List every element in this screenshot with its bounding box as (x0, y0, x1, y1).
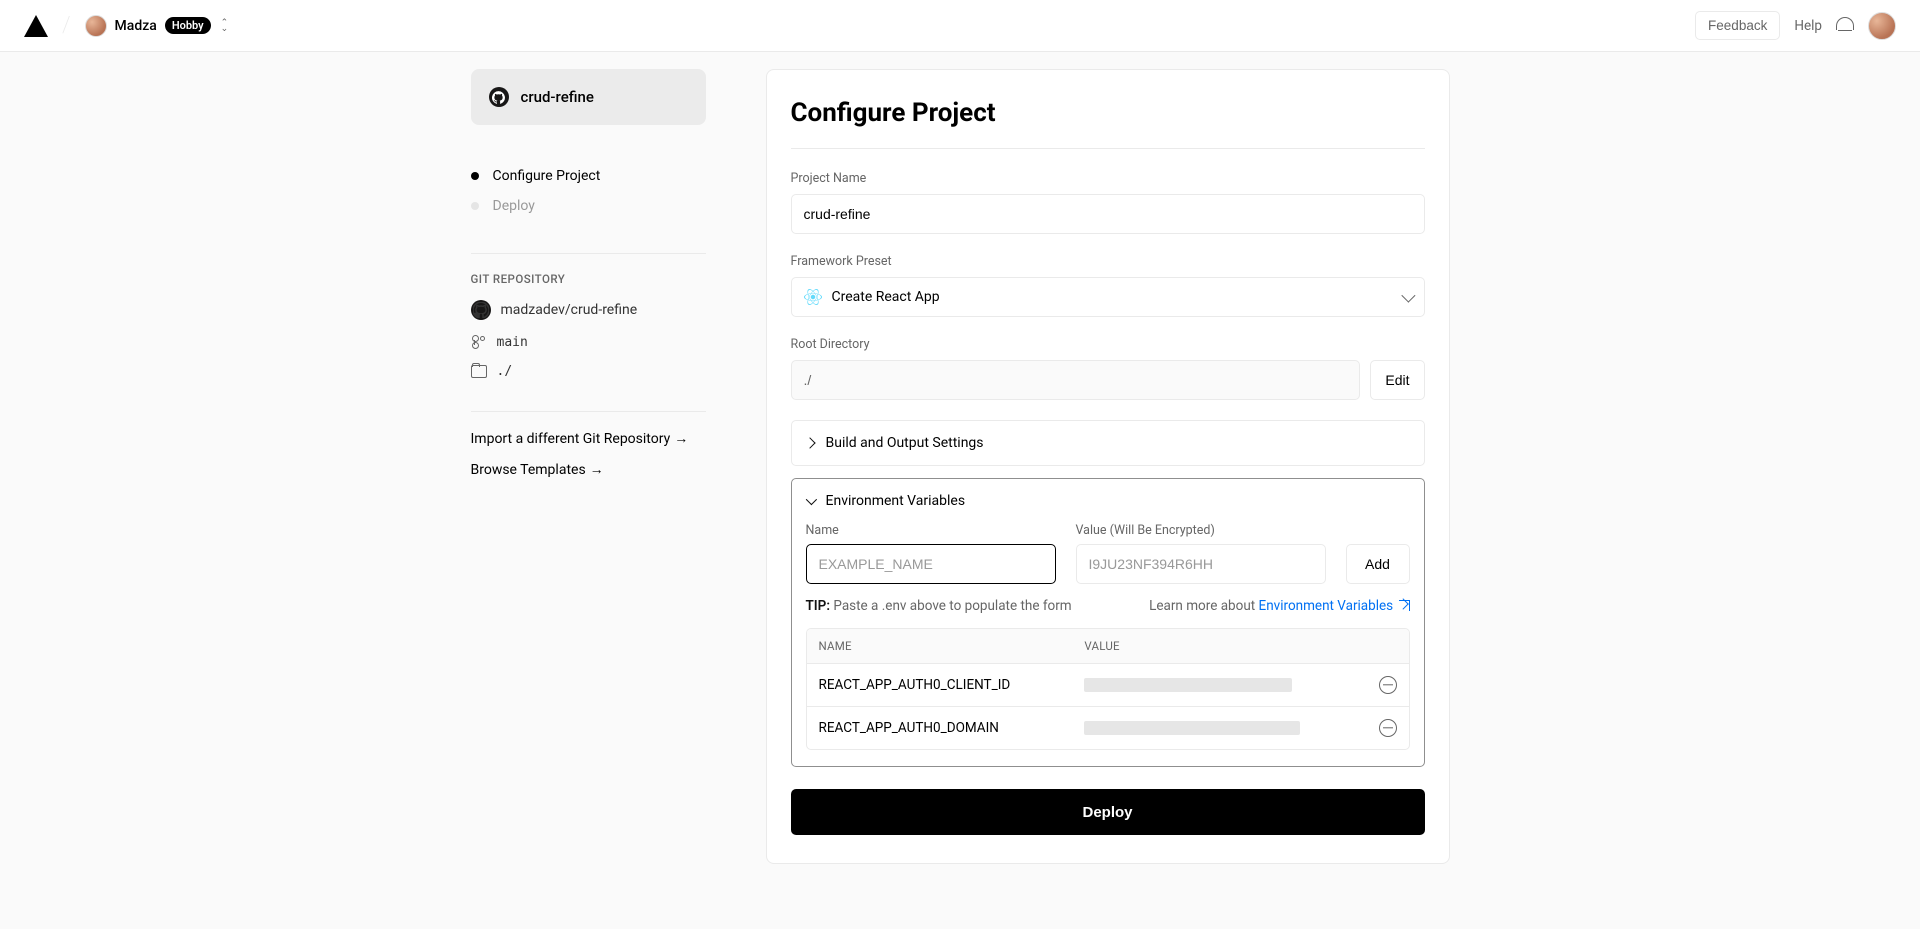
chevron-right-icon (804, 437, 815, 448)
git-repo-full: madzadev/crud-refine (501, 302, 638, 318)
import-other-repo-label: Import a different Git Repository (471, 431, 671, 447)
git-branch-row: main (471, 334, 706, 350)
redacted-value (1084, 721, 1300, 735)
git-branch: main (497, 335, 528, 350)
env-tip-text: Paste a .env above to populate the form (830, 598, 1072, 614)
github-icon (471, 300, 491, 320)
scope-name: Madza (115, 18, 157, 34)
env-vars-title: Environment Variables (826, 493, 966, 509)
step-dot (471, 172, 479, 180)
step-label: Deploy (493, 198, 535, 214)
selected-repo-name: crud-refine (521, 88, 594, 106)
arrow-right-icon: → (590, 462, 604, 478)
scope-switcher[interactable]: Madza Hobby ⌃⌄ (85, 15, 229, 37)
redacted-value (1084, 678, 1292, 692)
selected-repo-chip[interactable]: crud-refine (471, 69, 706, 125)
step-dot (471, 202, 479, 210)
help-link[interactable]: Help (1794, 18, 1822, 34)
branch-icon (471, 334, 487, 350)
env-var-row: REACT_APP_AUTH0_DOMAIN (807, 706, 1409, 749)
env-learn-more: Learn more about Environment Variables (1149, 598, 1409, 614)
env-learn-link[interactable]: Environment Variables (1259, 598, 1410, 614)
root-dir-input (791, 360, 1361, 400)
github-icon (489, 87, 509, 107)
build-settings-title: Build and Output Settings (826, 435, 984, 451)
step-deploy: Deploy (471, 191, 706, 221)
env-var-remove-button[interactable] (1379, 719, 1397, 737)
git-root-path: ./ (497, 364, 513, 379)
framework-field: Framework Preset Create React App (791, 254, 1425, 317)
project-name-field: Project Name (791, 171, 1425, 234)
step-configure: Configure Project (471, 161, 706, 191)
folder-icon (471, 365, 487, 378)
arrow-right-icon: → (674, 431, 688, 447)
env-learn-link-text: Environment Variables (1259, 598, 1394, 614)
chevron-down-icon (1401, 289, 1415, 303)
project-name-input[interactable] (791, 194, 1425, 234)
title-rule (791, 148, 1425, 149)
env-vars-section: Environment Variables Name Value (Will B… (791, 478, 1425, 767)
vercel-logo[interactable] (24, 15, 48, 37)
env-vars-toggle[interactable]: Environment Variables (792, 479, 1424, 523)
env-add-button[interactable]: Add (1346, 544, 1410, 584)
env-var-name: REACT_APP_AUTH0_DOMAIN (819, 720, 1085, 736)
env-var-value (1084, 678, 1370, 692)
env-var-remove-button[interactable] (1379, 676, 1397, 694)
git-repo-heading: GIT REPOSITORY (471, 272, 706, 286)
env-var-name: REACT_APP_AUTH0_CLIENT_ID (819, 677, 1085, 693)
topbar: / Madza Hobby ⌃⌄ Feedback Help (0, 0, 1920, 52)
env-th-value: VALUE (1084, 639, 1396, 653)
browse-templates-label: Browse Templates (471, 462, 586, 478)
react-icon (804, 288, 822, 306)
external-link-icon (1399, 600, 1410, 611)
env-var-value (1084, 721, 1370, 735)
framework-label: Framework Preset (791, 254, 1425, 269)
git-repo-row: madzadev/crud-refine (471, 300, 706, 320)
scope-switch-icon: ⌃⌄ (221, 20, 229, 32)
sidebar-divider (471, 411, 706, 412)
root-dir-label: Root Directory (791, 337, 1425, 352)
import-other-repo-link[interactable]: Import a different Git Repository→ (471, 430, 706, 447)
env-table-head: NAME VALUE (807, 629, 1409, 663)
configure-card: Configure Project Project Name Framework… (766, 69, 1450, 864)
framework-value: Create React App (832, 289, 940, 305)
sidebar: crud-refine Configure Project Deploy GIT… (471, 69, 706, 864)
root-dir-edit-button[interactable]: Edit (1370, 360, 1424, 400)
deploy-button[interactable]: Deploy (791, 789, 1425, 835)
chevron-down-icon (805, 494, 816, 505)
sidebar-divider (471, 253, 706, 254)
git-root-row: ./ (471, 364, 706, 379)
user-avatar[interactable] (1868, 12, 1896, 40)
page-title: Configure Project (791, 98, 1425, 128)
framework-select[interactable]: Create React App (791, 277, 1425, 317)
env-learn-prefix: Learn more about (1149, 598, 1258, 614)
env-th-name: NAME (819, 639, 1085, 653)
env-tip-bold: TIP: (806, 598, 831, 614)
import-steps: Configure Project Deploy (471, 161, 706, 221)
notifications-icon[interactable] (1836, 17, 1854, 35)
step-label: Configure Project (493, 168, 601, 184)
env-vars-table: NAME VALUE REACT_APP_AUTH0_CLIENT_ID REA… (806, 628, 1410, 750)
build-settings-toggle[interactable]: Build and Output Settings (792, 421, 1424, 465)
build-settings-section: Build and Output Settings (791, 420, 1425, 466)
project-name-label: Project Name (791, 171, 1425, 186)
env-value-input[interactable] (1076, 544, 1326, 584)
env-var-row: REACT_APP_AUTH0_CLIENT_ID (807, 663, 1409, 706)
env-value-label: Value (Will Be Encrypted) (1076, 523, 1326, 538)
breadcrumb-slash: / (62, 13, 71, 38)
env-name-label: Name (806, 523, 1056, 538)
feedback-button[interactable]: Feedback (1695, 11, 1780, 40)
scope-avatar (85, 15, 107, 37)
browse-templates-link[interactable]: Browse Templates→ (471, 461, 706, 478)
env-name-input[interactable] (806, 544, 1056, 584)
env-tip: TIP: Paste a .env above to populate the … (806, 598, 1072, 614)
plan-badge: Hobby (165, 17, 211, 34)
root-dir-field: Root Directory Edit (791, 337, 1425, 400)
